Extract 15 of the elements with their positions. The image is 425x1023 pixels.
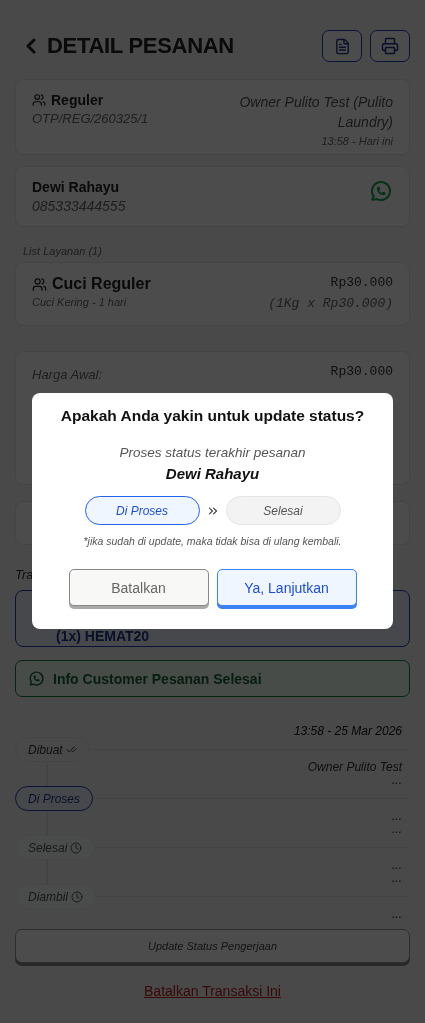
confirm-button[interactable]: Ya, Lanjutkan (216, 569, 357, 606)
service-price: Rp30.000 (330, 275, 393, 290)
customer-name: Dewi Rahayu (32, 179, 121, 195)
dialog-subtitle: Proses status terakhir pesanan (119, 445, 306, 460)
status-chip: Selesai (225, 496, 341, 525)
order-type: Reguler (51, 92, 104, 108)
dialog-title: Apakah Anda yakin untuk update status? (60, 407, 365, 425)
customer-name: Dewi Rahayu (165, 465, 260, 482)
dialog-note: *jika sudah di update, maka tidak bisa di ulang kembali. (83, 535, 342, 547)
page-title: DETAIL PESANAN (47, 33, 234, 59)
status-chip: Di Proses (84, 496, 200, 525)
promo-code: (1x) HEMAT20 (56, 628, 150, 644)
service-name: Cuci Reguler (52, 275, 151, 293)
summary-value: Rp30.000 (330, 364, 393, 379)
cancel-button[interactable]: Batalkan (68, 569, 209, 606)
